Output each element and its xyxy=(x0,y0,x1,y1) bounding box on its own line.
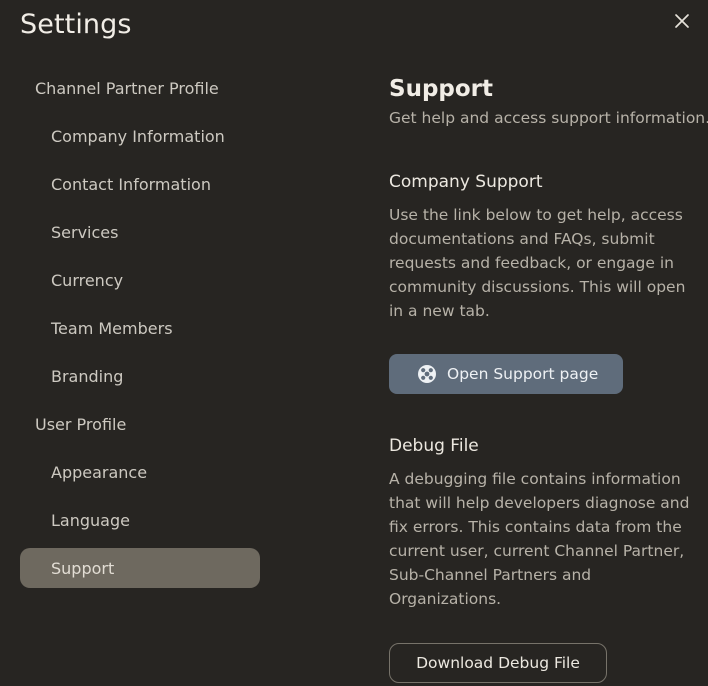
sidebar-item-label: Language xyxy=(51,510,130,530)
sidebar-item-company-information[interactable]: Company Information xyxy=(20,116,260,156)
sidebar-item-label: User Profile xyxy=(35,414,127,434)
sidebar-item-label: Support xyxy=(51,558,115,578)
sidebar-item-label: Company Information xyxy=(51,126,225,146)
lifebuoy-icon xyxy=(417,364,437,384)
sidebar-item-label: Services xyxy=(51,222,119,242)
sidebar-item-channel-partner-profile[interactable]: Channel Partner Profile xyxy=(20,68,260,108)
download-debug-file-button[interactable]: Download Debug File xyxy=(389,643,607,683)
company-support-heading: Company Support xyxy=(389,172,543,192)
sidebar-item-user-profile[interactable]: User Profile xyxy=(20,404,260,444)
download-debug-file-label: Download Debug File xyxy=(416,654,580,672)
sidebar-item-branding[interactable]: Branding xyxy=(20,356,260,396)
open-support-page-label: Open Support page xyxy=(447,365,599,383)
sidebar-item-language[interactable]: Language xyxy=(20,500,260,540)
sidebar-item-contact-information[interactable]: Contact Information xyxy=(20,164,260,204)
dialog-title: Settings xyxy=(20,9,132,40)
sidebar-item-label: Team Members xyxy=(51,318,173,338)
sidebar-item-appearance[interactable]: Appearance xyxy=(20,452,260,492)
company-support-description: Use the link below to get help, access d… xyxy=(389,206,686,320)
sidebar-item-services[interactable]: Services xyxy=(20,212,260,252)
debug-file-description: A debugging file contains information th… xyxy=(389,470,690,608)
debug-file-heading: Debug File xyxy=(389,436,479,456)
sidebar-item-label: Branding xyxy=(51,366,124,386)
close-icon xyxy=(675,14,689,28)
page-title: Support xyxy=(389,76,494,102)
sidebar-item-label: Channel Partner Profile xyxy=(35,78,219,98)
sidebar-item-support[interactable]: Support xyxy=(20,548,260,588)
open-support-page-button[interactable]: Open Support page xyxy=(389,354,623,394)
sidebar-item-team-members[interactable]: Team Members xyxy=(20,308,260,348)
sidebar-item-currency[interactable]: Currency xyxy=(20,260,260,300)
sidebar-item-label: Currency xyxy=(51,270,124,290)
settings-dialog: Settings Channel Partner Profile Company… xyxy=(0,0,708,686)
close-button[interactable] xyxy=(671,10,693,32)
sidebar-item-label: Contact Information xyxy=(51,174,211,194)
sidebar-item-label: Appearance xyxy=(51,462,148,482)
page-subtitle: Get help and access support information. xyxy=(389,109,708,127)
settings-sidebar: Channel Partner Profile Company Informat… xyxy=(20,68,260,596)
support-panel: Support Get help and access support info… xyxy=(389,73,708,683)
